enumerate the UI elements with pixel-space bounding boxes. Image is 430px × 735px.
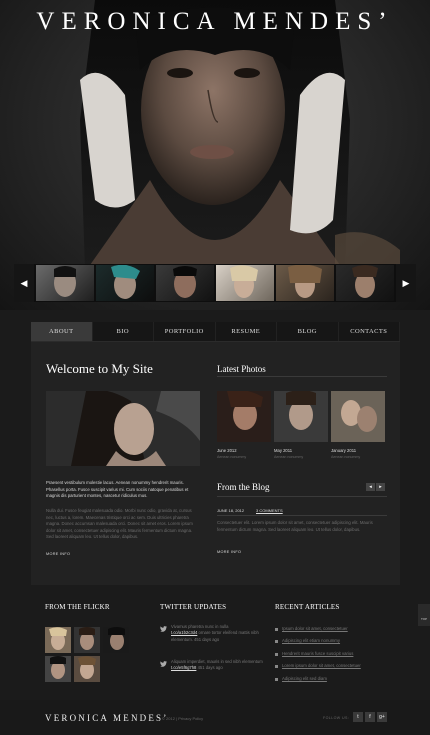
arrow-left-icon[interactable]: ◀ xyxy=(14,264,34,302)
welcome-body-text: Nulla dui. Fusce feugiat malesuada odio.… xyxy=(46,508,193,540)
welcome-more-link[interactable]: MORE INFO xyxy=(46,552,70,556)
back-to-top-button[interactable]: TOP xyxy=(418,604,430,626)
google-plus-icon[interactable]: g+ xyxy=(377,712,387,722)
slider-thumb[interactable] xyxy=(216,265,274,301)
welcome-heading: Welcome to My Site xyxy=(46,361,153,376)
recent-articles-heading: RECENT ARTICLES xyxy=(275,603,340,611)
blog-more-link[interactable]: MORE INFO xyxy=(217,550,241,554)
bullet-icon xyxy=(275,653,278,656)
tweet-link[interactable]: t.co/a1b2c3d4 xyxy=(171,630,197,635)
divider xyxy=(217,515,387,516)
photo-date: May 2011 xyxy=(274,448,293,453)
welcome-image xyxy=(46,391,200,466)
latest-photos-heading: Latest Photos xyxy=(217,364,266,374)
facebook-icon[interactable]: f xyxy=(365,712,375,722)
divider xyxy=(217,496,387,497)
bullet-icon xyxy=(275,678,278,681)
blog-excerpt: Consectetuer elit. Lorem ipsum dolor sit… xyxy=(217,520,373,532)
article-link[interactable]: Lorem ipsum dolor sit amet, consectetuer xyxy=(282,663,361,668)
bullet-icon xyxy=(275,665,278,668)
bullet-icon xyxy=(275,628,278,631)
arrow-right-icon[interactable]: ▶ xyxy=(396,264,416,302)
photo-caption: Aenean nonummy xyxy=(274,455,304,459)
blog-next-icon[interactable]: ▸ xyxy=(376,483,385,491)
latest-photo-3[interactable] xyxy=(331,391,385,442)
copyright-text: © 2012 | Privacy Policy xyxy=(162,716,204,721)
nav-item-portfolio[interactable]: PORTFOLIO xyxy=(154,322,216,341)
tweet-meta: 451 days ago xyxy=(197,665,223,671)
back-to-top-label: TOP xyxy=(420,617,428,621)
slider-thumb[interactable] xyxy=(336,265,394,301)
blog-comments-link[interactable]: 3 COMMENTS xyxy=(256,508,283,513)
tweet-text: Aliquam imperdiet, mauris in sed nibh el… xyxy=(171,659,263,664)
site-title[interactable]: VERONICA MENDES’ xyxy=(0,8,430,36)
welcome-lead-text: Praesent vestibulum molestie lacus. Aene… xyxy=(46,480,189,499)
slider-thumb[interactable] xyxy=(36,265,94,301)
twitter-bird-icon xyxy=(160,661,167,667)
twitter-bird-icon xyxy=(160,626,167,632)
latest-photo-2[interactable] xyxy=(274,391,328,442)
flickr-thumb[interactable] xyxy=(74,656,100,682)
nav-item-blog[interactable]: BLOG xyxy=(277,322,339,341)
photo-date: June 2012 xyxy=(217,448,237,453)
divider xyxy=(217,376,387,377)
thumbnail-slider: ◀ ▶ xyxy=(14,264,416,302)
slider-thumb[interactable] xyxy=(276,265,334,301)
slider-thumb[interactable] xyxy=(96,265,154,301)
bullet-icon xyxy=(275,640,278,643)
tweet: Aliquam imperdiet, mauris in sed nibh el… xyxy=(171,659,268,672)
footer-logo[interactable]: VERONICA MENDES’ xyxy=(45,713,168,723)
article-link[interactable]: Hendrerit mauris fusce suscipit varius xyxy=(282,651,353,656)
nav-item-contacts[interactable]: CONTACTS xyxy=(339,322,400,341)
tweet-link[interactable]: t.co/e5f6g7h8 xyxy=(171,665,196,670)
tweet: Vivamus pharetra nunc in nulla t.co/a1b2… xyxy=(171,624,268,643)
flickr-thumb[interactable] xyxy=(103,627,129,653)
nav-item-bio[interactable]: BIO xyxy=(93,322,154,341)
latest-photo-1[interactable] xyxy=(217,391,271,442)
flickr-thumb[interactable] xyxy=(45,656,71,682)
flickr-thumb[interactable] xyxy=(74,627,100,653)
flickr-thumb[interactable] xyxy=(45,627,71,653)
main-nav: ABOUT BIO PORTFOLIO RESUME BLOG CONTACTS xyxy=(31,322,400,342)
photo-caption: Aenean nonummy xyxy=(217,455,247,459)
tweet-text: Vivamus pharetra nunc in nulla xyxy=(171,624,229,629)
flickr-heading: FROM THE FLICKR xyxy=(45,603,110,611)
blog-date: JUNE 18, 2012 xyxy=(217,508,245,513)
article-link[interactable]: Ipsum dolor sit amet, consectetuer xyxy=(282,626,348,631)
blog-prev-icon[interactable]: ◂ xyxy=(366,483,375,491)
nav-item-resume[interactable]: RESUME xyxy=(216,322,277,341)
follow-label: FOLLOW US: xyxy=(323,716,350,720)
blog-heading: From the Blog xyxy=(217,482,270,492)
twitter-icon[interactable]: t xyxy=(353,712,363,722)
photo-caption: Aenean nonummy xyxy=(331,455,361,459)
nav-item-about[interactable]: ABOUT xyxy=(31,322,93,341)
twitter-heading: TWITTER UPDATES xyxy=(160,603,227,611)
article-link[interactable]: Adipiscing elit etiam nonummy xyxy=(282,638,340,643)
slider-thumb[interactable] xyxy=(156,265,214,301)
article-link[interactable]: Adipiscing elit sed diam xyxy=(282,676,327,681)
photo-date: January 2011 xyxy=(331,448,357,453)
